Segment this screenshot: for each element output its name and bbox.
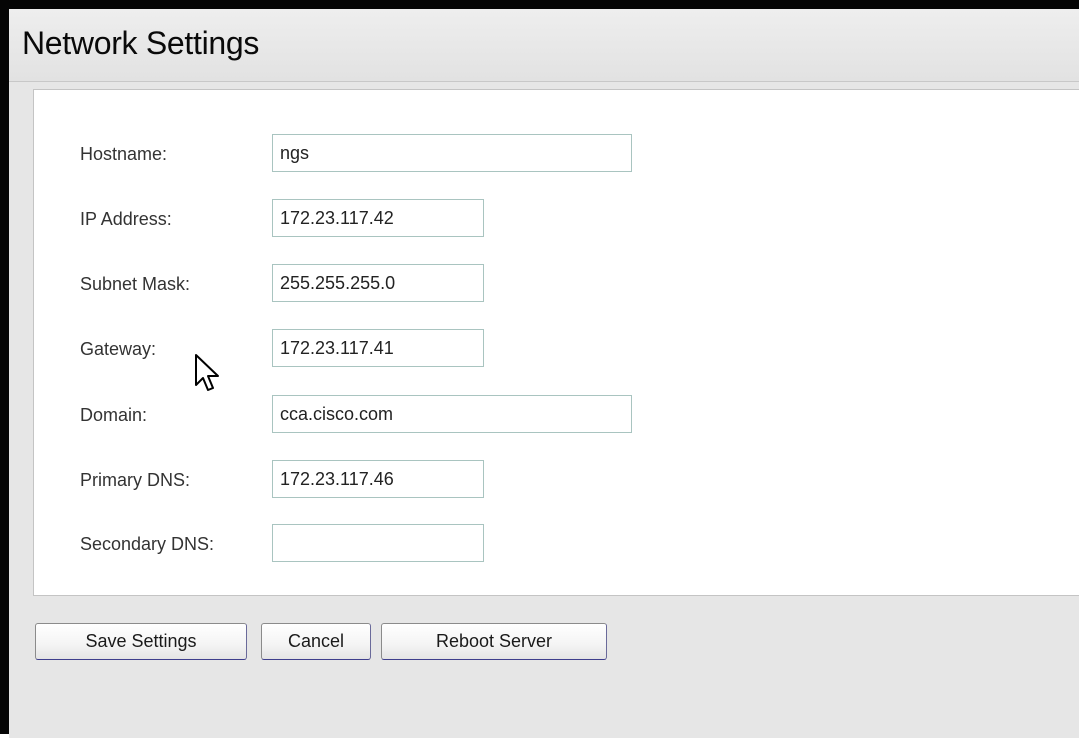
network-settings-window: Network Settings Hostname: IP Address: S… bbox=[0, 0, 1079, 738]
ip-address-label: IP Address: bbox=[80, 209, 172, 229]
subnet-mask-input[interactable] bbox=[272, 264, 484, 302]
primary-dns-label: Primary DNS: bbox=[80, 470, 191, 490]
gateway-label: Gateway: bbox=[80, 339, 157, 359]
secondary-dns-input[interactable] bbox=[272, 524, 484, 562]
reboot-server-button[interactable]: Reboot Server bbox=[381, 623, 607, 660]
gateway-input[interactable] bbox=[272, 329, 484, 367]
ip-address-input[interactable] bbox=[272, 199, 484, 237]
primary-dns-input[interactable] bbox=[272, 460, 484, 498]
mouse-pointer-icon bbox=[195, 354, 219, 391]
secondary-dns-label: Secondary DNS: bbox=[80, 534, 215, 554]
save-settings-button[interactable]: Save Settings bbox=[35, 623, 247, 660]
title-bar: Network Settings bbox=[9, 9, 1079, 82]
cancel-button[interactable]: Cancel bbox=[261, 623, 371, 660]
settings-form-panel: Hostname: IP Address: Subnet Mask: Gatew… bbox=[33, 89, 1079, 596]
page-title: Network Settings bbox=[22, 25, 260, 61]
domain-input[interactable] bbox=[272, 395, 632, 433]
subnet-mask-label: Subnet Mask: bbox=[80, 274, 191, 294]
domain-label: Domain: bbox=[80, 405, 148, 425]
hostname-label: Hostname: bbox=[80, 144, 168, 164]
hostname-input[interactable] bbox=[272, 134, 632, 172]
button-bar: Save Settings Cancel Reboot Server bbox=[9, 605, 1079, 738]
